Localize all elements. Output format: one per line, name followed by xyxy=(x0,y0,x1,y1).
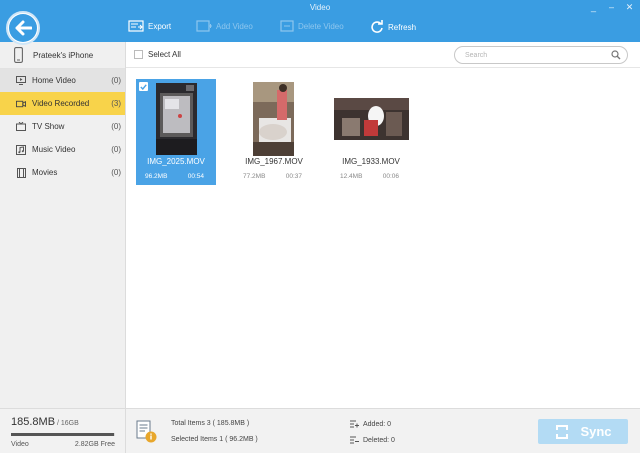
video-duration: 00:37 xyxy=(285,173,302,180)
total-items: Total Items 3 ( 185.8MB ) xyxy=(171,420,250,427)
export-icon xyxy=(128,20,144,32)
document-info-icon xyxy=(136,420,157,443)
pin-button[interactable]: _ xyxy=(589,2,598,13)
added-count: Added: 0 xyxy=(350,420,391,428)
minimize-button[interactable]: – xyxy=(607,2,616,13)
video-thumbnail xyxy=(253,82,294,156)
sidebar-item-count: (0) xyxy=(111,76,121,85)
tv-icon xyxy=(16,122,26,132)
delete-video-button[interactable]: Delete Video xyxy=(280,20,344,32)
sidebar-item-count: (0) xyxy=(111,168,121,177)
video-duration: 00:54 xyxy=(187,173,204,180)
sidebar-item-count: (3) xyxy=(111,99,121,108)
added-label: Added: 0 xyxy=(363,420,392,428)
film-icon xyxy=(16,167,26,178)
sidebar-item-home-video[interactable]: Home Video (0) xyxy=(0,69,125,92)
sidebar-item-music-video[interactable]: Music Video (0) xyxy=(0,138,125,161)
video-thumbnail xyxy=(156,83,197,155)
sync-icon xyxy=(556,424,569,439)
export-button[interactable]: Export xyxy=(128,20,171,32)
close-button[interactable]: ✕ xyxy=(625,2,634,13)
video-thumbnail xyxy=(334,98,409,140)
window-title: Video xyxy=(309,3,331,12)
sidebar-item-label: Video Recorded xyxy=(32,99,90,108)
main-panel: Select All Search IMG_2025.MOV 96.2MB 00… xyxy=(126,42,640,408)
search-icon xyxy=(611,50,621,60)
search-placeholder: Search xyxy=(465,51,488,59)
storage-total: / 16GB xyxy=(55,420,79,427)
camera-icon xyxy=(16,99,26,109)
selected-items: Selected Items 1 ( 96.2MB ) xyxy=(171,436,258,443)
sync-button[interactable]: Sync xyxy=(538,419,628,444)
sidebar-item-label: TV Show xyxy=(32,122,65,131)
storage-bar xyxy=(11,433,115,436)
export-label: Export xyxy=(148,21,172,31)
video-size: 12.4MB xyxy=(340,173,363,180)
refresh-button[interactable]: Refresh xyxy=(370,20,416,34)
window-controls: _ – ✕ xyxy=(589,2,634,13)
video-name: IMG_2025.MOV xyxy=(147,157,205,166)
selected-checkbox[interactable] xyxy=(139,82,148,91)
select-all-checkbox[interactable] xyxy=(134,50,143,59)
device-header[interactable]: Prateek's iPhone xyxy=(0,42,125,69)
added-icon xyxy=(350,420,359,428)
select-all[interactable]: Select All xyxy=(134,50,181,59)
refresh-icon xyxy=(371,20,383,33)
sync-label: Sync xyxy=(580,424,612,439)
toolbar: Video _ – ✕ Export Add Video Delete Vide… xyxy=(0,0,640,42)
status-bar: 185.8MB / 16GB Video 2.82GB Free Total I… xyxy=(0,408,640,453)
deleted-count: Deleted: 0 xyxy=(350,436,395,444)
video-duration: 00:06 xyxy=(382,173,399,180)
refresh-label: Refresh xyxy=(388,22,417,32)
video-size: 77.2MB xyxy=(243,173,266,180)
select-all-label: Select All xyxy=(148,50,181,59)
video-tile[interactable]: IMG_1967.MOV 77.2MB 00:37 xyxy=(234,79,314,185)
deleted-icon xyxy=(350,436,359,444)
sidebar-item-label: Movies xyxy=(32,168,58,177)
phone-icon xyxy=(14,47,23,63)
checkmark-icon xyxy=(140,83,147,90)
video-size: 96.2MB xyxy=(145,173,168,180)
storage-info: 185.8MB / 16GB Video 2.82GB Free xyxy=(0,409,126,453)
sidebar: Prateek's iPhone Home Video (0) Video Re… xyxy=(0,42,126,408)
summary-icon xyxy=(136,420,158,446)
storage-free: 2.82GB Free xyxy=(74,441,115,448)
sidebar-item-tv-show[interactable]: TV Show (0) xyxy=(0,115,125,138)
video-name: IMG_1933.MOV xyxy=(342,157,400,166)
video-name: IMG_1967.MOV xyxy=(245,157,303,166)
home-video-icon xyxy=(16,76,26,86)
main-toolbar: Select All Search xyxy=(126,42,640,68)
sidebar-item-movies[interactable]: Movies (0) xyxy=(0,161,125,184)
storage-label: Video xyxy=(11,441,29,448)
sidebar-item-label: Home Video xyxy=(32,76,76,85)
delete-video-icon xyxy=(280,20,294,32)
device-name: Prateek's iPhone xyxy=(33,50,94,60)
add-video-icon xyxy=(196,20,212,32)
sidebar-item-count: (0) xyxy=(111,145,121,154)
storage-bar-fill xyxy=(11,433,114,436)
video-tile[interactable]: IMG_1933.MOV 12.4MB 00:06 xyxy=(331,79,411,185)
sidebar-item-label: Music Video xyxy=(32,145,76,154)
search-input[interactable]: Search xyxy=(454,46,628,64)
sidebar-item-count: (0) xyxy=(111,122,121,131)
music-video-icon xyxy=(16,144,26,155)
back-button[interactable] xyxy=(6,11,40,45)
storage-used: 185.8MB / 16GB xyxy=(11,416,79,428)
video-tile[interactable]: IMG_2025.MOV 96.2MB 00:54 xyxy=(136,79,216,185)
storage-used-value: 185.8MB xyxy=(11,416,56,428)
sidebar-item-video-recorded[interactable]: Video Recorded (3) xyxy=(0,92,125,115)
delete-video-label: Delete Video xyxy=(298,21,344,31)
add-video-button[interactable]: Add Video xyxy=(196,20,253,32)
deleted-label: Deleted: 0 xyxy=(363,436,395,444)
add-video-label: Add Video xyxy=(216,21,253,31)
arrow-left-icon xyxy=(15,20,32,36)
